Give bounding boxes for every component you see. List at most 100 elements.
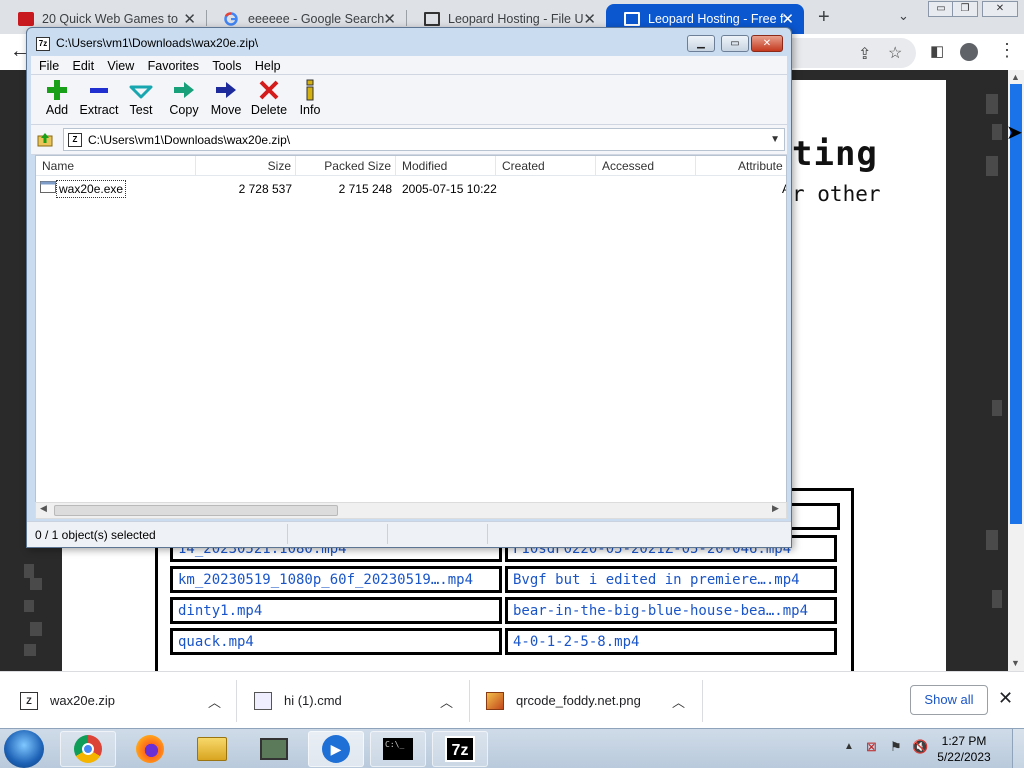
close-window-button[interactable]: ✕ [982, 1, 1018, 17]
scroll-down-arrow-icon[interactable]: ▼ [1011, 658, 1020, 668]
sevenzip-title-bar[interactable]: 7z C:\Users\vm1\Downloads\wax20e.zip\ ▁ … [27, 28, 791, 56]
tray-overflow-icon[interactable]: ▲ [844, 741, 854, 752]
menu-kebab-icon[interactable]: ⋮ [998, 40, 1016, 61]
extract-button[interactable]: Extract [77, 77, 121, 117]
explorer-icon [197, 737, 227, 761]
tab-close-icon[interactable]: ✕ [383, 10, 396, 28]
system-clock[interactable]: 1:27 PM 5/22/2023 [930, 733, 998, 765]
scroll-up-arrow-icon[interactable]: ▲ [1011, 72, 1020, 82]
copy-icon [162, 77, 206, 103]
column-name[interactable]: Name [36, 156, 196, 176]
tab-close-icon[interactable]: ✕ [781, 10, 794, 28]
taskbar-network[interactable] [246, 731, 302, 767]
shelf-divider [702, 680, 703, 722]
file-list: Name Size Packed Size Modified Created A… [35, 155, 787, 519]
copy-button[interactable]: Copy [162, 77, 206, 117]
maximize-button[interactable]: ❐ [952, 1, 978, 17]
clock-time: 1:27 PM [941, 734, 987, 748]
menu-edit[interactable]: Edit [65, 56, 95, 73]
bookmark-star-icon[interactable]: ☆ [888, 43, 902, 63]
start-button[interactable] [4, 730, 44, 768]
close-shelf-icon[interactable]: ✕ [998, 688, 1013, 709]
zip-icon: Z [20, 691, 38, 710]
info-icon [288, 77, 332, 103]
share-icon[interactable]: ⇪ [858, 44, 871, 64]
file-link[interactable]: Bvgf but i edited in premiere….mp4 [505, 566, 837, 593]
network-warning-icon[interactable]: ⊠ [866, 739, 877, 755]
maximize-button[interactable]: ▭ [721, 35, 749, 52]
download-item-cmd[interactable]: hi (1).cmd ︿ [254, 672, 470, 729]
exe-file-icon [40, 180, 56, 197]
show-all-button[interactable]: Show all [910, 685, 988, 715]
pixel-decoration-right [982, 90, 1002, 670]
file-link[interactable]: 4-0-1-2-5-8.mp4 [505, 628, 837, 655]
add-button[interactable]: Add [35, 77, 79, 117]
file-link[interactable]: quack.mp4 [170, 628, 502, 655]
volume-muted-icon[interactable]: 🔇 [912, 739, 928, 755]
download-menu-caret-icon[interactable]: ︿ [440, 692, 453, 711]
menu-file[interactable]: File [31, 56, 59, 73]
profile-avatar[interactable] [960, 43, 978, 61]
taskbar-media-player[interactable]: ▶ [308, 731, 364, 767]
7zip-icon: 7z [445, 736, 475, 762]
floppy-disk-icon [624, 12, 640, 26]
tab-search-chevron-icon[interactable]: ⌄ [898, 8, 909, 24]
minimize-button[interactable]: ▭ [928, 1, 954, 17]
horizontal-scrollbar[interactable]: ◀ ▶ [35, 502, 787, 519]
file-size: 2 728 537 [238, 182, 292, 196]
extract-label: Extract [79, 103, 119, 117]
taskbar-cmd[interactable]: C:\_ [370, 731, 426, 767]
download-item-zip[interactable]: Z wax20e.zip ︿ [20, 672, 236, 729]
taskbar-chrome[interactable] [60, 731, 116, 767]
file-link[interactable]: dinty1.mp4 [170, 597, 502, 624]
tab-close-icon[interactable]: ✕ [183, 10, 196, 28]
new-tab-button[interactable]: + [818, 6, 830, 29]
taskbar-firefox[interactable] [122, 731, 178, 767]
download-item-png[interactable]: qrcode_foddy.net.png ︿ [486, 672, 702, 729]
menu-favorites[interactable]: Favorites [140, 56, 199, 73]
minimize-button[interactable]: ▁ [687, 35, 715, 52]
download-filename: hi (1).cmd [284, 693, 342, 708]
menu-help[interactable]: Help [247, 56, 281, 73]
tab-close-icon[interactable]: ✕ [583, 10, 596, 28]
column-attributes[interactable]: Attribute [696, 156, 786, 176]
test-icon [119, 77, 163, 103]
menu-view[interactable]: View [99, 56, 134, 73]
close-button[interactable]: ✕ [751, 35, 783, 52]
list-header: Name Size Packed Size Modified Created A… [36, 156, 786, 176]
status-bar: 0 / 1 object(s) selected [27, 521, 791, 547]
folder-up-icon[interactable] [37, 131, 53, 147]
taskbar-7zip[interactable]: 7z [432, 731, 488, 767]
scroll-right-arrow-icon[interactable]: ▶ [772, 503, 779, 514]
page-scrollbar-thumb[interactable] [1010, 84, 1022, 524]
move-label: Move [210, 103, 242, 117]
move-button[interactable]: Move [204, 77, 248, 117]
file-link[interactable]: bear-in-the-big-blue-house-bea….mp4 [505, 597, 837, 624]
column-created[interactable]: Created [496, 156, 596, 176]
download-menu-caret-icon[interactable]: ︿ [208, 692, 221, 711]
show-desktop-button[interactable] [1012, 729, 1024, 768]
page-scrollbar[interactable]: ▲ ▼ [1008, 70, 1024, 671]
table-row[interactable]: wax20e.exe 2 728 537 2 715 248 2005-07-1… [36, 180, 786, 198]
column-accessed[interactable]: Accessed [596, 156, 696, 176]
test-button[interactable]: Test [119, 77, 163, 117]
column-modified[interactable]: Modified [396, 156, 496, 176]
tab-label: eeeeee - Google Search [248, 12, 385, 26]
taskbar-explorer[interactable] [184, 731, 240, 767]
column-size[interactable]: Size [196, 156, 296, 176]
horizontal-scrollbar-thumb[interactable] [54, 505, 338, 516]
file-name[interactable]: wax20e.exe [56, 180, 127, 198]
action-center-icon[interactable]: ⚑ [890, 739, 902, 755]
download-menu-caret-icon[interactable]: ︿ [672, 692, 685, 711]
path-combobox[interactable]: Z C:\Users\vm1\Downloads\wax20e.zip\ ▼ [63, 128, 785, 151]
column-packed-size[interactable]: Packed Size [296, 156, 396, 176]
status-divider [287, 524, 288, 544]
menu-tools[interactable]: Tools [204, 56, 241, 73]
side-panel-icon[interactable]: ◧ [930, 42, 944, 60]
info-button[interactable]: Info [288, 77, 332, 117]
file-link[interactable]: km_20230519_1080p_60f_20230519….mp4 [170, 566, 502, 593]
address-bar[interactable]: ⇪ ☆ [780, 38, 916, 68]
scroll-left-arrow-icon[interactable]: ◀ [40, 503, 47, 514]
dropdown-arrow-icon[interactable]: ▼ [770, 134, 780, 145]
delete-button[interactable]: Delete [247, 77, 291, 117]
